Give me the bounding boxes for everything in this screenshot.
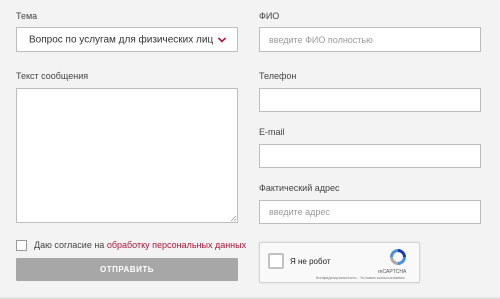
message-label: Текст сообщения: [16, 71, 89, 81]
consent-text: Даю согласие на обработку персональных д…: [34, 240, 246, 250]
consent-prefix: Даю согласие на: [34, 240, 107, 250]
address-placeholder: введите адрес: [269, 207, 330, 217]
fio-label: ФИО: [259, 11, 280, 21]
phone-input[interactable]: [259, 88, 481, 112]
email-label: E-mail: [259, 127, 285, 137]
chevron-down-icon: [217, 36, 227, 43]
topic-label: Тема: [16, 11, 38, 21]
fio-input[interactable]: введите ФИО полностью: [259, 27, 481, 52]
consent-checkbox[interactable]: [16, 240, 27, 251]
topic-select[interactable]: Вопрос по услугам для физических лиц: [16, 27, 238, 52]
submit-button[interactable]: ОТПРАВИТЬ: [16, 258, 238, 281]
email-input[interactable]: [259, 144, 481, 168]
topic-select-value: Вопрос по услугам для физических лиц: [29, 34, 214, 45]
recaptcha-widget: Я не робот reCAPTCHA Конфиденциальность …: [259, 242, 420, 283]
resize-handle-icon[interactable]: [230, 215, 237, 222]
address-label: Фактический адрес: [259, 183, 340, 193]
personal-data-link[interactable]: обработку персональных данных: [107, 240, 246, 250]
recaptcha-terms-link[interactable]: Конфиденциальность - Условия использован…: [316, 275, 405, 280]
fio-placeholder: введите ФИО полностью: [269, 34, 373, 45]
phone-label: Телефон: [259, 71, 297, 81]
recaptcha-checkbox[interactable]: [268, 253, 284, 269]
recaptcha-label: Я не робот: [290, 257, 331, 266]
recaptcha-logo-icon: [390, 249, 406, 265]
address-input[interactable]: введите адрес: [259, 200, 481, 224]
message-textarea[interactable]: [16, 88, 238, 223]
